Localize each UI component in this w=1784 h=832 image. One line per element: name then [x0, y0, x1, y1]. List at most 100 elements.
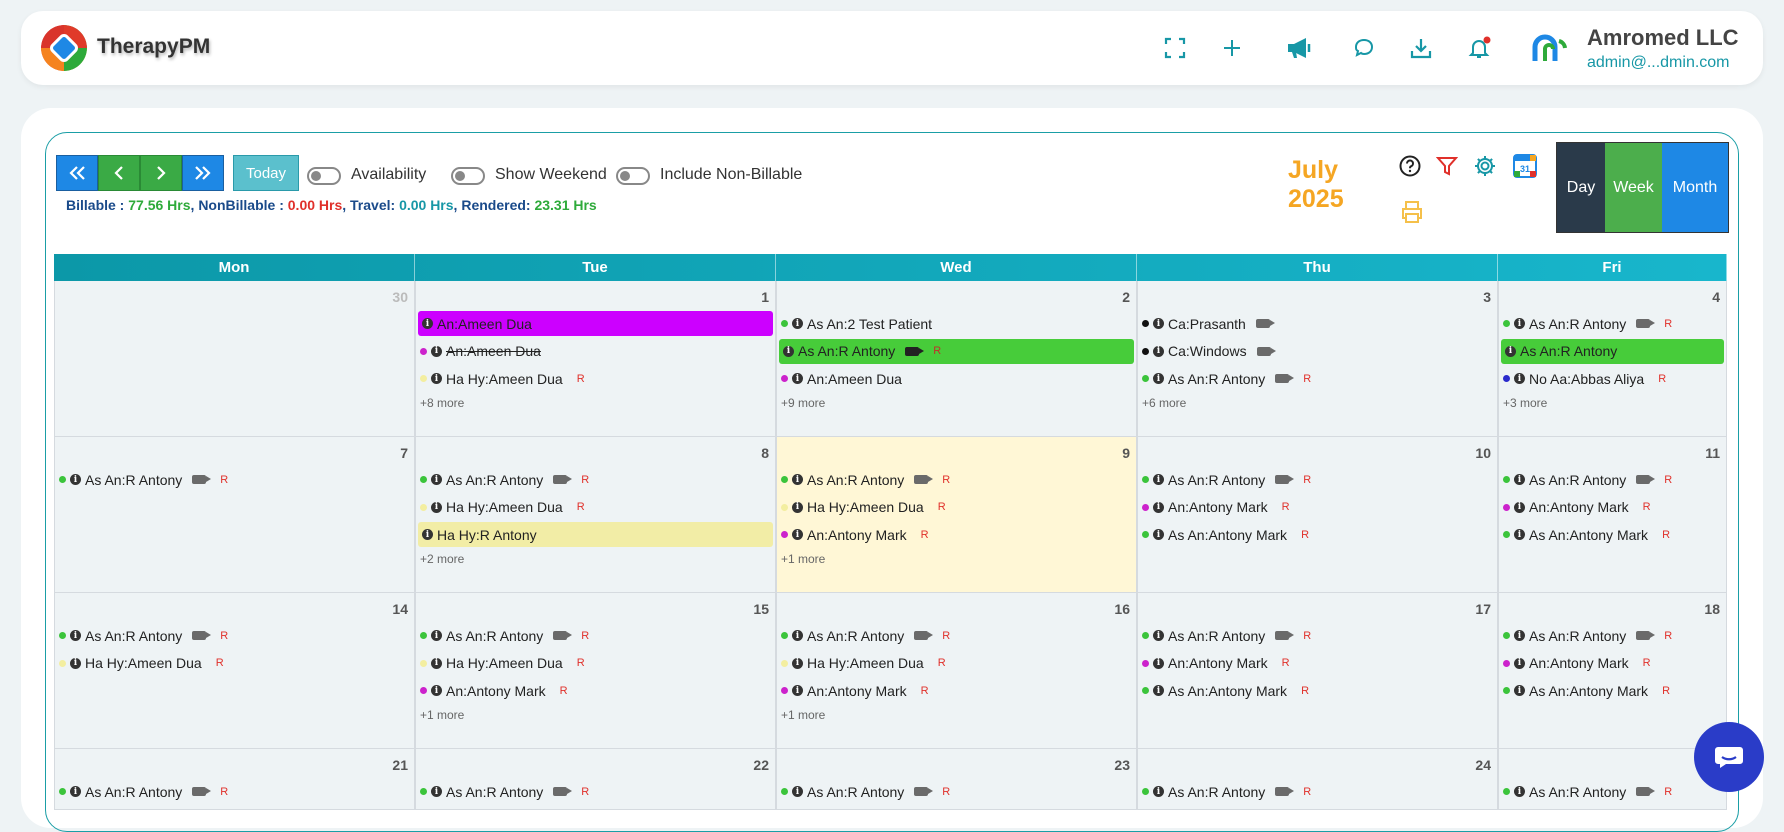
day-number[interactable]: 7: [400, 445, 408, 461]
calendar-event[interactable]: i An:Antony Mark R: [1503, 651, 1722, 676]
calendar-event[interactable]: i As An:R Antony R: [781, 779, 1132, 804]
info-icon[interactable]: i: [1514, 529, 1525, 540]
calendar-event[interactable]: i As An:R Antony R: [1503, 779, 1722, 804]
calendar-event[interactable]: i Ha Hy:Ameen Dua R: [781, 495, 1132, 520]
calendar-event[interactable]: i As An:Antony Mark R: [1142, 678, 1493, 703]
info-icon[interactable]: i: [1514, 630, 1525, 641]
calendar-event[interactable]: i As An:Antony Mark R: [1503, 678, 1722, 703]
calendar-event[interactable]: i An:Ameen Dua: [418, 311, 773, 336]
calendar-event[interactable]: i As An:R Antony R: [1142, 623, 1493, 648]
info-icon[interactable]: i: [1153, 373, 1164, 384]
day-number[interactable]: 24: [1475, 757, 1491, 773]
more-events-link[interactable]: +1 more: [781, 552, 825, 566]
info-icon[interactable]: i: [1153, 474, 1164, 485]
info-icon[interactable]: i: [792, 501, 803, 513]
day-number[interactable]: 14: [392, 601, 408, 617]
calendar-event[interactable]: i As An:R Antony R: [781, 467, 1132, 492]
next-year-button[interactable]: [182, 155, 224, 191]
calendar-event[interactable]: i An:Ameen Dua: [781, 366, 1132, 391]
megaphone-icon[interactable]: [1285, 33, 1315, 63]
calendar-event[interactable]: i An:Antony Mark R: [1503, 495, 1722, 520]
calendar-event[interactable]: i As An:R Antony R: [1142, 779, 1493, 804]
calendar-event[interactable]: i As An:R Antony R: [420, 623, 771, 648]
calendar-event[interactable]: i Ha Hy:R Antony: [418, 522, 773, 547]
info-icon[interactable]: i: [422, 529, 433, 540]
day-number[interactable]: 10: [1475, 445, 1491, 461]
bell-icon[interactable]: [1464, 33, 1494, 63]
info-icon[interactable]: i: [431, 630, 442, 641]
info-icon[interactable]: i: [70, 474, 81, 485]
support-chat-button[interactable]: [1694, 722, 1764, 792]
calendar-event[interactable]: i Ca:Prasanth: [1142, 311, 1493, 336]
view-month-button[interactable]: Month: [1662, 143, 1728, 232]
info-icon[interactable]: i: [431, 501, 442, 513]
info-icon[interactable]: i: [422, 318, 433, 329]
calendar-event[interactable]: i As An:R Antony R: [1503, 467, 1722, 492]
show-weekend-toggle[interactable]: [451, 167, 485, 185]
day-cell[interactable]: 3 i Ca:Prasanth i Ca:Windows i As An:R Antony R…: [1137, 281, 1498, 436]
include-non-billable-toggle[interactable]: [616, 167, 650, 185]
day-cell[interactable]: 11 i As An:R Antony R i An:Antony Mark Ri As An…: [1498, 437, 1727, 592]
info-icon[interactable]: i: [1505, 345, 1516, 357]
day-number[interactable]: 22: [753, 757, 769, 773]
info-icon[interactable]: i: [1514, 685, 1525, 696]
day-cell[interactable]: 4 i As An:R Antony Ri As An:R Antony i No Aa:A…: [1498, 281, 1727, 436]
day-cell[interactable]: 24 i As An:R Antony R: [1137, 749, 1498, 809]
info-icon[interactable]: i: [792, 318, 803, 329]
user-email[interactable]: admin@...dmin.com: [1587, 54, 1730, 72]
day-cell[interactable]: 8 i As An:R Antony Ri Ha Hy:Ameen Dua Ri Ha Hy…: [415, 437, 776, 592]
calendar-event[interactable]: i As An:Antony Mark R: [1503, 522, 1722, 547]
plus-icon[interactable]: [1217, 33, 1247, 63]
calendar-event[interactable]: i As An:R Antony R: [1142, 467, 1493, 492]
day-number[interactable]: 9: [1122, 445, 1130, 461]
help-icon[interactable]: [1395, 151, 1425, 181]
day-number[interactable]: 16: [1114, 601, 1130, 617]
calendar-event[interactable]: i Ha Hy:Ameen Dua R: [781, 651, 1132, 676]
info-icon[interactable]: i: [792, 373, 803, 384]
info-icon[interactable]: i: [431, 786, 442, 797]
calendar-event[interactable]: i An:Ameen Dua: [420, 339, 771, 364]
day-cell[interactable]: 16 i As An:R Antony Ri Ha Hy:Ameen Dua Ri An:A…: [776, 593, 1137, 748]
calendar-event[interactable]: i As An:R Antony R: [420, 467, 771, 492]
info-icon[interactable]: i: [783, 345, 794, 357]
day-number[interactable]: 11: [1705, 445, 1720, 461]
info-icon[interactable]: i: [792, 657, 803, 669]
today-button[interactable]: Today: [233, 155, 299, 191]
calendar-event[interactable]: i As An:R Antony R: [59, 779, 410, 804]
calendar-event[interactable]: i Ha Hy:Ameen Dua R: [420, 651, 771, 676]
info-icon[interactable]: i: [1514, 786, 1525, 797]
calendar-event[interactable]: i As An:R Antony R: [59, 623, 410, 648]
gear-icon[interactable]: [1470, 151, 1500, 181]
info-icon[interactable]: i: [792, 630, 803, 641]
info-icon[interactable]: i: [431, 373, 442, 384]
day-cell[interactable]: 22 i As An:R Antony R: [415, 749, 776, 809]
day-cell[interactable]: 14 i As An:R Antony Ri Ha Hy:Ameen Dua R: [54, 593, 415, 748]
info-icon[interactable]: i: [1153, 501, 1164, 513]
info-icon[interactable]: i: [1153, 345, 1164, 357]
calendar-event[interactable]: i An:Antony Mark R: [1142, 495, 1493, 520]
day-number[interactable]: 17: [1475, 601, 1491, 617]
info-icon[interactable]: i: [431, 657, 442, 669]
day-cell[interactable]: 30: [54, 281, 415, 436]
day-cell[interactable]: 18 i As An:R Antony Ri An:Antony Mark Ri As An…: [1498, 593, 1727, 748]
day-cell[interactable]: 9 i As An:R Antony Ri Ha Hy:Ameen Dua Ri An:An…: [776, 437, 1137, 592]
info-icon[interactable]: i: [1514, 474, 1525, 485]
day-cell[interactable]: 21 i As An:R Antony R: [54, 749, 415, 809]
calendar-event[interactable]: i As An:R Antony R: [1142, 366, 1493, 391]
calendar-event[interactable]: i As An:R Antony: [1501, 338, 1724, 364]
day-number[interactable]: 30: [392, 289, 408, 305]
calendar-event[interactable]: i As An:R Antony R: [781, 623, 1132, 648]
more-events-link[interactable]: +2 more: [420, 552, 464, 566]
day-cell[interactable]: 10 i As An:R Antony Ri An:Antony Mark Ri As An…: [1137, 437, 1498, 592]
calendar-event[interactable]: i An:Antony Mark R: [420, 678, 771, 703]
info-icon[interactable]: i: [1153, 529, 1164, 540]
info-icon[interactable]: i: [431, 685, 442, 696]
view-day-button[interactable]: Day: [1557, 143, 1605, 232]
day-cell[interactable]: 2 i As An:2 Test Patient i As An:R Antony Ri A…: [776, 281, 1137, 436]
day-number[interactable]: 3: [1483, 289, 1491, 305]
more-events-link[interactable]: +6 more: [1142, 396, 1186, 410]
prev-year-button[interactable]: [56, 155, 98, 191]
more-events-link[interactable]: +9 more: [781, 396, 825, 410]
calendar-event[interactable]: i As An:R Antony R: [420, 779, 771, 804]
fullscreen-icon[interactable]: [1160, 33, 1190, 63]
